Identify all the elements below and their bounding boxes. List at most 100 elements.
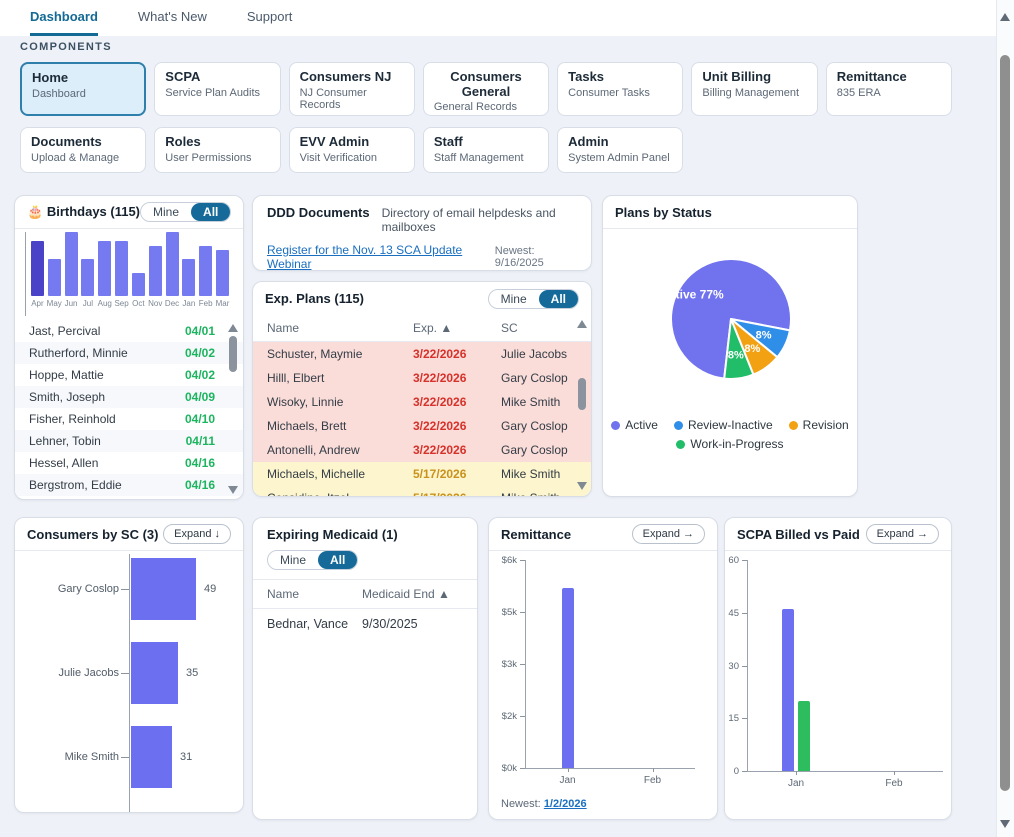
component-card-subtitle: Consumer Tasks: [568, 87, 672, 99]
birthdays-list-scrollbar[interactable]: [227, 324, 239, 494]
column-header-name[interactable]: Name: [267, 321, 413, 335]
axis-tick-label: 45: [725, 608, 739, 619]
legend-label: Active: [625, 418, 658, 432]
page-scroll-up-icon[interactable]: [1000, 13, 1010, 21]
scroll-thumb[interactable]: [229, 336, 237, 372]
page-scroll-down-icon[interactable]: [1000, 820, 1010, 828]
axis-tick-label: $6k: [489, 555, 517, 566]
birthday-list-item[interactable]: Rutherford, Minnie04/02: [15, 342, 243, 364]
bar-value: 35: [186, 667, 198, 679]
exp-plan-row[interactable]: Michaels, Brett3/22/2026Gary Coslop: [253, 414, 591, 438]
component-card-consumers-nj[interactable]: Consumers NJNJ Consumer Records: [289, 62, 415, 116]
component-card-home[interactable]: HomeDashboard: [20, 62, 146, 116]
tab-what-s-new[interactable]: What's New: [138, 0, 207, 33]
component-card-tasks[interactable]: Tasks Consumer Tasks: [557, 62, 683, 116]
column-header-exp[interactable]: Exp. ▲: [413, 321, 501, 335]
exp-plan-row[interactable]: Considine, Itzel5/17/2026Mike Smith: [253, 486, 591, 497]
plans-by-status-widget: Plans by Status 8%8%8%Active 77% Active …: [602, 195, 858, 497]
axis-tick: [520, 560, 525, 561]
month-label: May: [46, 299, 63, 308]
birthday-bar: [180, 259, 197, 296]
person-name: Hoppe, Mattie: [29, 368, 104, 382]
axis-tick: [742, 718, 747, 719]
component-card-consumers-general[interactable]: Consumers GeneralGeneral Records: [423, 62, 549, 116]
component-card-roles[interactable]: RolesUser Permissions: [154, 127, 280, 173]
bar: [131, 558, 196, 620]
all-button[interactable]: All: [318, 551, 357, 569]
mine-button[interactable]: Mine: [141, 203, 191, 221]
person-name: Hessel, Allen: [29, 456, 98, 470]
consumers-by-sc-title: Consumers by SC (3): [27, 527, 158, 542]
newest-date-link[interactable]: 1/2/2026: [544, 798, 587, 810]
col-exp: 3/22/2026: [413, 443, 501, 457]
component-card-evv-admin[interactable]: EVV AdminVisit Verification: [289, 127, 415, 173]
page-scrollbar[interactable]: [996, 0, 1014, 837]
bar: [166, 232, 179, 296]
all-button[interactable]: All: [539, 290, 578, 308]
month-label: Jul: [79, 299, 96, 308]
scroll-thumb[interactable]: [578, 378, 586, 410]
component-card-documents[interactable]: DocumentsUpload & Manage: [20, 127, 146, 173]
legend-label: Work-in-Progress: [690, 437, 783, 451]
mine-button[interactable]: Mine: [268, 551, 318, 569]
remittance-header: Remittance Expand →: [489, 518, 717, 551]
y-axis-line: [747, 560, 748, 771]
exp-plan-row[interactable]: Michaels, Michelle5/17/2026Mike Smith: [253, 462, 591, 486]
tabs: Dashboard What's New Support: [0, 0, 997, 36]
column-header-medicaid-end[interactable]: Medicaid End ▲: [362, 587, 450, 601]
birthday-list-item[interactable]: Bergstrom, Eddie04/16: [15, 474, 243, 496]
all-button[interactable]: All: [191, 203, 230, 221]
expiring-medicaid-widget: Expiring Medicaid (1) Mine All Name Medi…: [252, 517, 478, 820]
birthday-list-item[interactable]: Fisher, Reinhold04/10: [15, 408, 243, 430]
component-card-unit-billing[interactable]: Unit BillingBilling Management: [691, 62, 817, 116]
birthday-list-item[interactable]: Lehner, Tobin04/11: [15, 430, 243, 452]
birthday-list-item[interactable]: Jast, Percival04/01: [15, 320, 243, 342]
col-sc: Gary Coslop: [501, 443, 577, 457]
remittance-newest: Newest: 1/2/2026: [501, 798, 587, 810]
axis-tick: [742, 560, 747, 561]
birthdays-bars: [29, 232, 231, 296]
component-card-title: Documents: [31, 135, 135, 150]
scroll-down-icon[interactable]: [228, 486, 238, 494]
col-exp: 3/22/2026: [413, 371, 501, 385]
column-header-name[interactable]: Name: [267, 587, 362, 601]
scroll-up-icon[interactable]: [577, 320, 587, 328]
tab-dashboard[interactable]: Dashboard: [30, 0, 98, 36]
webinar-link[interactable]: Register for the Nov. 13 SCA Update Webi…: [267, 243, 485, 271]
exp-plan-row[interactable]: Schuster, Maymie3/22/2026Julie Jacobs: [253, 342, 591, 366]
component-card-title: Consumers General: [434, 70, 538, 99]
scroll-up-icon[interactable]: [228, 324, 238, 332]
legend-item-revision: Revision: [789, 418, 849, 432]
legend-item-active: Active: [611, 418, 658, 432]
mine-button[interactable]: Mine: [489, 290, 539, 308]
expand-button[interactable]: Expand ↓: [163, 524, 231, 544]
expand-button[interactable]: Expand →: [866, 524, 939, 544]
bar-paid: [798, 701, 810, 771]
column-header-sc[interactable]: SC: [501, 321, 577, 335]
birthdays-month-labels: AprMayJunJulAugSepOctNovDecJanFebMar: [29, 299, 231, 308]
birthday-list-item[interactable]: Hoppe, Mattie04/02: [15, 364, 243, 386]
axis-tick-label: 60: [725, 555, 739, 566]
consumers-by-sc-widget: Consumers by SC (3) Expand ↓ Gary Coslop…: [14, 517, 244, 813]
expand-button[interactable]: Expand →: [632, 524, 705, 544]
exp-plan-row[interactable]: Hilll, Elbert3/22/2026Gary Coslop: [253, 366, 591, 390]
component-card-title: Tasks: [568, 70, 672, 85]
col-exp: 5/17/2026: [413, 491, 501, 497]
component-card-admin[interactable]: AdminSystem Admin Panel: [557, 127, 683, 173]
month-label: Mar: [214, 299, 231, 308]
exp-plans-scrollbar[interactable]: [576, 320, 588, 490]
components-section-label: COMPONENTS: [20, 41, 112, 53]
page-scroll-thumb[interactable]: [1000, 55, 1010, 791]
expiring-medicaid-row[interactable]: Bednar, Vance9/30/2025: [253, 609, 477, 639]
exp-plan-row[interactable]: Wisoky, Linnie3/22/2026Mike Smith: [253, 390, 591, 414]
component-card-scpa[interactable]: SCPAService Plan Audits: [154, 62, 280, 116]
col-exp: 5/17/2026: [413, 467, 501, 481]
bar-value: 31: [180, 751, 192, 763]
birthday-list-item[interactable]: Hessel, Allen04/16: [15, 452, 243, 474]
tab-support[interactable]: Support: [247, 0, 293, 33]
birthday-list-item[interactable]: Smith, Joseph04/09: [15, 386, 243, 408]
scroll-down-icon[interactable]: [577, 482, 587, 490]
exp-plan-row[interactable]: Antonelli, Andrew3/22/2026Gary Coslop: [253, 438, 591, 462]
component-card-staff[interactable]: StaffStaff Management: [423, 127, 549, 173]
component-card-remittance[interactable]: Remittance835 ERA: [826, 62, 952, 116]
